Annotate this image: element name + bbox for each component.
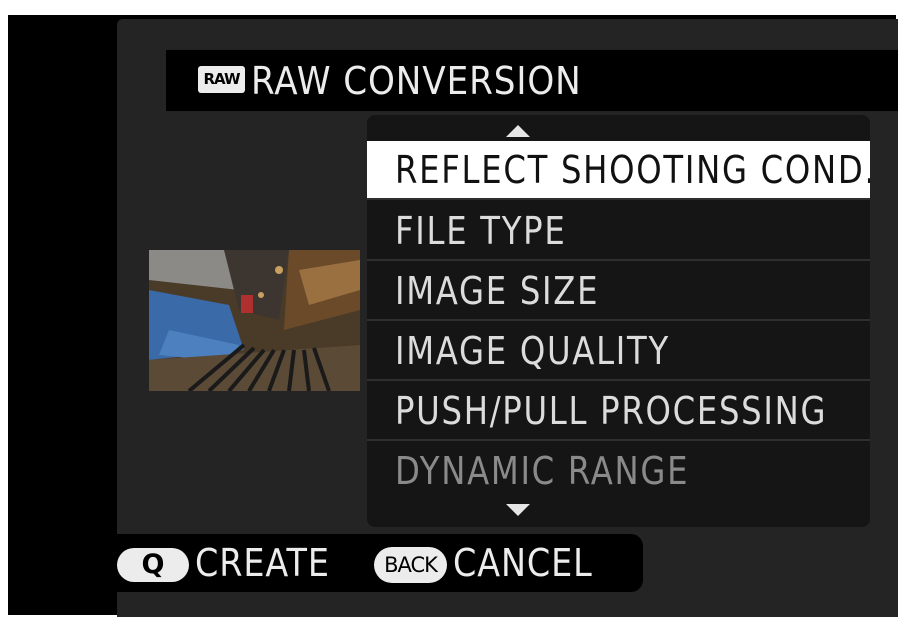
menu-item-label: IMAGE QUALITY: [395, 329, 670, 373]
q-button-icon[interactable]: Q: [117, 548, 189, 582]
scroll-up-icon[interactable]: [506, 125, 530, 137]
menu-item-push-pull-processing[interactable]: PUSH/PULL PROCESSING: [367, 382, 870, 441]
cancel-label[interactable]: CANCEL: [453, 538, 593, 588]
menu-item-image-quality[interactable]: IMAGE QUALITY: [367, 322, 870, 381]
menu-item-label: REFLECT SHOOTING COND.: [395, 148, 870, 192]
menu-item-label: DYNAMIC RANGE: [395, 449, 690, 493]
back-button-icon[interactable]: BACK: [374, 547, 447, 583]
menu-item-file-type[interactable]: FILE TYPE: [367, 202, 870, 261]
menu-item-reflect-shooting-cond[interactable]: REFLECT SHOOTING COND.: [367, 141, 870, 200]
scroll-down-icon[interactable]: [506, 504, 530, 516]
menu-item-label: PUSH/PULL PROCESSING: [395, 389, 828, 433]
raw-badge-icon: RAW: [198, 66, 245, 93]
photo-thumbnail: [149, 250, 360, 391]
menu-item-dynamic-range[interactable]: DYNAMIC RANGE: [367, 442, 870, 501]
menu-item-label: FILE TYPE: [395, 209, 567, 253]
page-title: RAW CONVERSION: [251, 59, 582, 103]
photo-thumbnail-image: [149, 250, 360, 391]
menu-item-label: IMAGE SIZE: [395, 269, 600, 313]
menu-item-image-size[interactable]: IMAGE SIZE: [367, 262, 870, 321]
create-label[interactable]: CREATE: [195, 538, 330, 588]
